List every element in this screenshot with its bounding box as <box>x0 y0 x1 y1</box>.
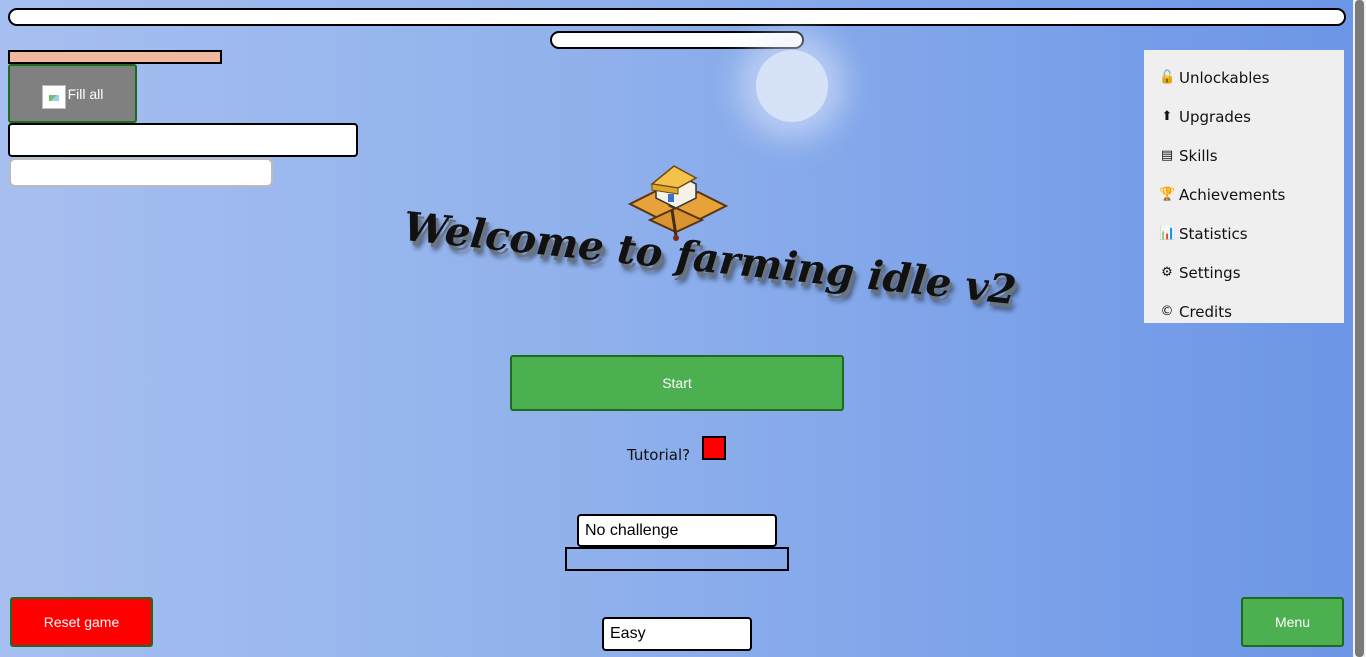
menu-item-label: Credits <box>1179 302 1232 321</box>
menu-item-upgrades[interactable]: ⬆ Upgrades <box>1144 97 1344 136</box>
reset-game-button[interactable]: Reset game <box>10 597 153 647</box>
secondary-progress-bar <box>550 31 804 49</box>
reset-label: Reset game <box>43 614 120 630</box>
tutorial-label: Tutorial? <box>627 446 691 464</box>
challenge-description-box <box>565 547 789 571</box>
menu-label: Menu <box>1274 614 1311 630</box>
menu-item-skills[interactable]: ▤ Skills <box>1144 136 1344 175</box>
skills-icon: ▤ <box>1160 148 1174 163</box>
menu-item-label: Settings <box>1179 263 1241 282</box>
challenge-select[interactable]: No challenge <box>577 514 777 547</box>
menu-item-label: Upgrades <box>1179 107 1251 126</box>
fill-all-button[interactable]: Fill all <box>8 64 137 123</box>
challenge-select-value: No challenge <box>585 521 679 539</box>
resource-progress-bar <box>8 50 222 64</box>
upgrade-arrow-icon: ⬆ <box>1161 109 1173 124</box>
side-menu-panel: 🔓 Unlockables ⬆ Upgrades ▤ Skills 🏆 Achi… <box>1144 50 1344 323</box>
menu-button[interactable]: Menu <box>1241 597 1344 647</box>
trophy-icon: 🏆 <box>1159 187 1176 202</box>
start-label: Start <box>662 375 692 391</box>
menu-item-unlockables[interactable]: 🔓 Unlockables <box>1144 58 1344 97</box>
sun-decoration <box>756 50 828 122</box>
menu-item-label: Statistics <box>1179 224 1248 243</box>
left-text-field[interactable] <box>9 158 273 187</box>
chart-icon: 📊 <box>1159 226 1176 241</box>
copyright-icon: © <box>1160 304 1174 319</box>
menu-item-label: Achievements <box>1179 185 1286 204</box>
difficulty-select[interactable]: Easy <box>602 617 752 651</box>
unlock-icon: 🔓 <box>1159 70 1176 85</box>
vertical-scrollbar[interactable] <box>1353 0 1366 657</box>
left-input-box[interactable] <box>8 123 358 157</box>
menu-item-statistics[interactable]: 📊 Statistics <box>1144 214 1344 253</box>
menu-item-settings[interactable]: ⚙ Settings <box>1144 253 1344 292</box>
menu-item-label: Skills <box>1179 146 1218 165</box>
start-button[interactable]: Start <box>510 355 844 411</box>
menu-item-label: Unlockables <box>1179 68 1270 87</box>
top-progress-bar <box>8 8 1346 26</box>
gear-icon: ⚙ <box>1161 265 1173 280</box>
scrollbar-thumb[interactable] <box>1355 0 1364 657</box>
menu-item-credits[interactable]: © Credits <box>1144 292 1344 331</box>
fill-all-label: Fill all <box>67 85 104 102</box>
menu-item-achievements[interactable]: 🏆 Achievements <box>1144 175 1344 214</box>
tutorial-checkbox[interactable] <box>702 436 726 460</box>
broken-image-icon <box>41 84 66 109</box>
difficulty-select-value: Easy <box>610 625 646 642</box>
